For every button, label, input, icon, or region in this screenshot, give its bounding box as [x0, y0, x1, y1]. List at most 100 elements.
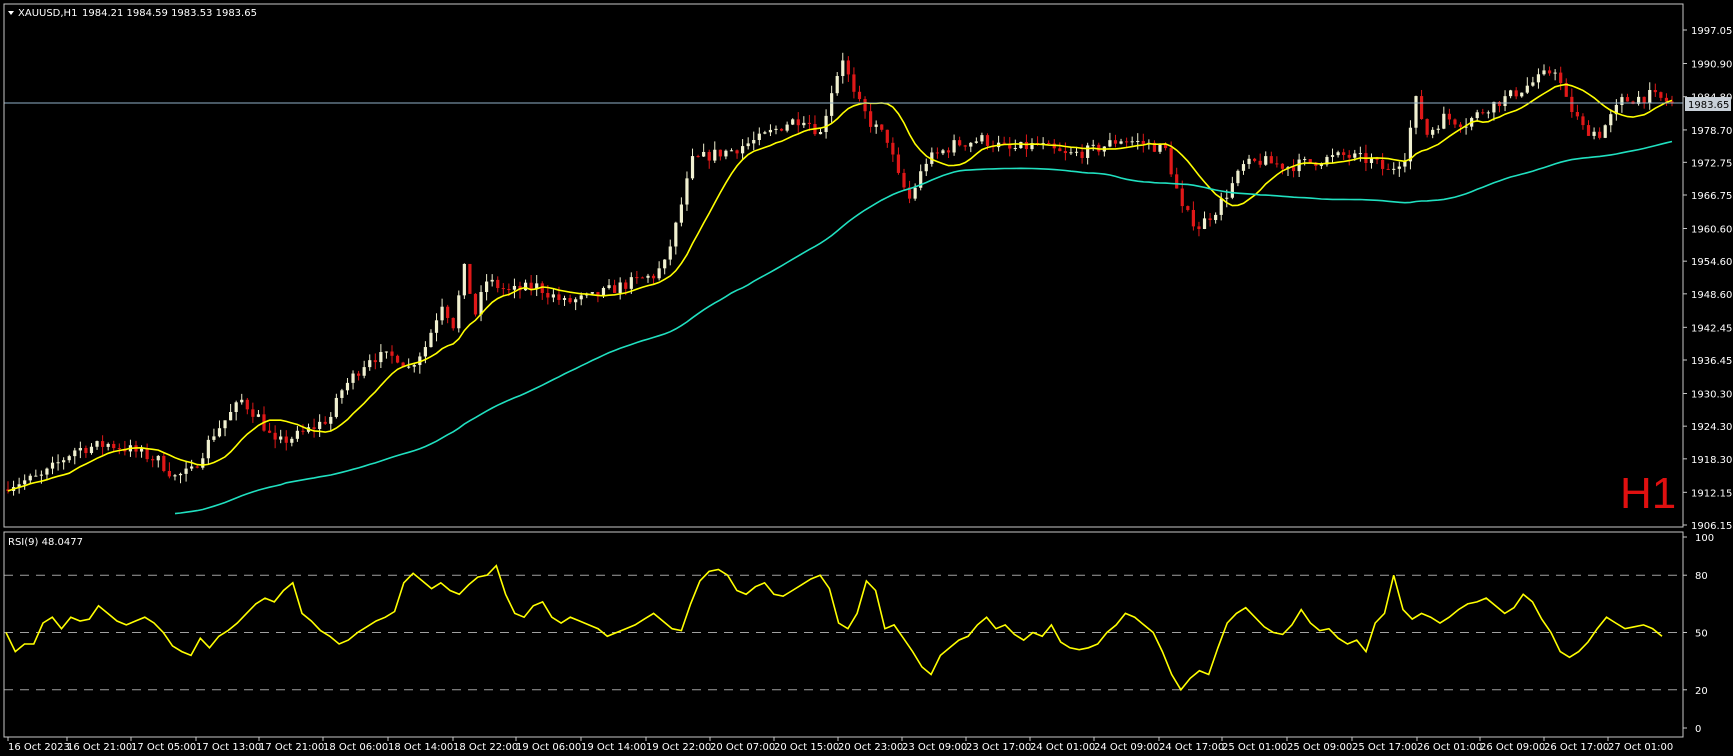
- candle-body[interactable]: [1369, 158, 1374, 164]
- candle-body[interactable]: [1202, 218, 1207, 229]
- candle-body[interactable]: [946, 150, 951, 153]
- candle-body[interactable]: [852, 74, 856, 92]
- candle-body[interactable]: [1620, 97, 1624, 105]
- candle-body[interactable]: [23, 480, 27, 485]
- candle-body[interactable]: [857, 91, 862, 100]
- candle-body[interactable]: [512, 285, 517, 290]
- candle-body[interactable]: [256, 414, 261, 417]
- candle-body[interactable]: [1386, 168, 1390, 170]
- candle-body[interactable]: [1024, 141, 1029, 150]
- candle-body[interactable]: [490, 279, 494, 282]
- candle-body[interactable]: [613, 285, 617, 293]
- candle-body[interactable]: [112, 443, 116, 449]
- candle-body[interactable]: [624, 282, 628, 289]
- candle-body[interactable]: [1125, 141, 1129, 143]
- candle-body[interactable]: [1019, 141, 1023, 149]
- candle-body[interactable]: [802, 122, 806, 126]
- candle-body[interactable]: [212, 436, 216, 440]
- candle-body[interactable]: [1419, 96, 1424, 120]
- candle-body[interactable]: [551, 294, 555, 298]
- candle-body[interactable]: [969, 142, 973, 147]
- candle-body[interactable]: [1403, 161, 1407, 167]
- candle-body[interactable]: [1069, 152, 1073, 154]
- candle-body[interactable]: [1074, 151, 1079, 153]
- candle-body[interactable]: [1520, 92, 1524, 97]
- candle-body[interactable]: [357, 373, 361, 376]
- candle-body[interactable]: [345, 382, 350, 391]
- candle-body[interactable]: [635, 277, 639, 279]
- candle-body[interactable]: [1047, 143, 1051, 145]
- candle-body[interactable]: [73, 450, 77, 457]
- candle-body[interactable]: [724, 150, 728, 157]
- trading-chart[interactable]: 1997.051990.901984.801978.701972.751966.…: [0, 0, 1733, 756]
- candle-body[interactable]: [462, 263, 466, 296]
- candle-body[interactable]: [529, 282, 533, 290]
- candle-body[interactable]: [507, 288, 511, 290]
- candle-body[interactable]: [729, 150, 734, 152]
- candle-body[interactable]: [1253, 158, 1257, 161]
- candle-body[interactable]: [735, 150, 739, 154]
- candle-body[interactable]: [412, 365, 416, 367]
- candle-body[interactable]: [318, 421, 322, 429]
- candle-body[interactable]: [290, 438, 294, 443]
- candle-body[interactable]: [167, 470, 171, 477]
- candle-body[interactable]: [1275, 163, 1279, 165]
- candle-body[interactable]: [1241, 164, 1246, 171]
- candle-body[interactable]: [457, 295, 461, 329]
- candle-body[interactable]: [284, 436, 288, 443]
- candle-body[interactable]: [869, 111, 873, 127]
- candle-body[interactable]: [818, 132, 823, 135]
- candle-body[interactable]: [1108, 140, 1112, 147]
- candle-body[interactable]: [1642, 96, 1646, 103]
- candle-body[interactable]: [1447, 113, 1451, 120]
- candle-body[interactable]: [1091, 144, 1095, 146]
- candle-body[interactable]: [429, 332, 433, 348]
- candle-body[interactable]: [1303, 159, 1307, 161]
- candle-body[interactable]: [1358, 153, 1362, 155]
- candle-body[interactable]: [1525, 85, 1529, 93]
- candle-body[interactable]: [1191, 209, 1195, 227]
- candle-body[interactable]: [295, 430, 299, 439]
- candle-body[interactable]: [1559, 72, 1563, 84]
- candle-body[interactable]: [234, 402, 238, 412]
- candle-body[interactable]: [618, 282, 622, 293]
- candle-body[interactable]: [1503, 96, 1507, 107]
- candle-body[interactable]: [1219, 198, 1223, 215]
- candle-body[interactable]: [279, 436, 283, 440]
- candle-body[interactable]: [1308, 159, 1312, 163]
- candle-body[interactable]: [958, 140, 962, 146]
- candle-body[interactable]: [1113, 140, 1118, 144]
- candle-body[interactable]: [668, 246, 672, 260]
- candle-body[interactable]: [1458, 124, 1463, 127]
- candle-body[interactable]: [323, 421, 327, 424]
- candle-body[interactable]: [368, 360, 372, 368]
- candle-body[interactable]: [184, 468, 188, 474]
- candle-body[interactable]: [690, 156, 695, 179]
- candle-body[interactable]: [562, 298, 567, 300]
- candle-body[interactable]: [574, 299, 578, 303]
- candle-body[interactable]: [1609, 114, 1613, 126]
- candle-body[interactable]: [1575, 112, 1579, 117]
- candle-body[interactable]: [178, 473, 183, 476]
- candle-body[interactable]: [56, 462, 60, 464]
- candle-body[interactable]: [1264, 156, 1268, 165]
- candle-body[interactable]: [501, 288, 505, 290]
- candle-body[interactable]: [479, 292, 483, 315]
- candle-body[interactable]: [1592, 131, 1596, 136]
- candle-body[interactable]: [117, 448, 121, 450]
- candle-body[interactable]: [1186, 206, 1190, 210]
- candle-body[interactable]: [874, 124, 878, 127]
- candle-body[interactable]: [963, 145, 967, 147]
- candle-body[interactable]: [334, 397, 338, 417]
- candle-body[interactable]: [340, 390, 344, 398]
- candle-body[interactable]: [774, 128, 778, 130]
- candle-body[interactable]: [351, 373, 355, 383]
- candle-body[interactable]: [796, 119, 800, 126]
- candle-body[interactable]: [741, 146, 745, 154]
- candle-body[interactable]: [1397, 166, 1401, 169]
- candle-body[interactable]: [362, 367, 366, 376]
- candle-body[interactable]: [451, 317, 455, 329]
- candle-body[interactable]: [67, 456, 71, 461]
- candle-body[interactable]: [106, 443, 110, 447]
- candle-body[interactable]: [1442, 113, 1446, 129]
